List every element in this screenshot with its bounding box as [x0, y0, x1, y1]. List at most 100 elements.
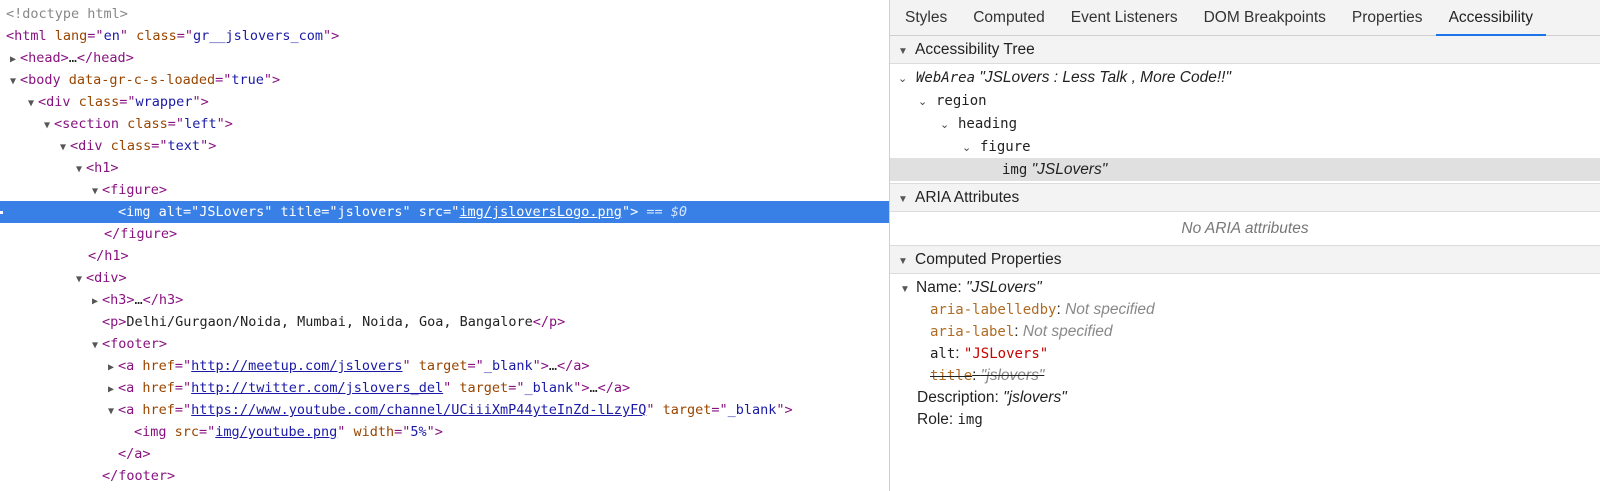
- dom-node-footer-close[interactable]: </footer>: [0, 465, 889, 487]
- attr-value: true: [231, 72, 264, 88]
- tab-event-listeners[interactable]: Event Listeners: [1058, 0, 1191, 35]
- collapse-triangle-icon[interactable]: ▼: [900, 279, 916, 301]
- attr-value: gr__jslovers_com: [193, 28, 324, 44]
- ax-node-figure[interactable]: ⌄ figure: [890, 135, 1600, 158]
- expand-triangle-icon[interactable]: ▶: [104, 379, 118, 401]
- collapse-triangle-icon[interactable]: ▼: [40, 115, 54, 137]
- collapse-triangle-icon[interactable]: ▼: [6, 71, 20, 93]
- href-link[interactable]: http://meetup.com/jslovers: [191, 358, 402, 374]
- tab-accessibility[interactable]: Accessibility: [1435, 0, 1547, 36]
- dom-node-a-twitter[interactable]: ▶ <a href="http://twitter.com/jslovers_de…: [0, 377, 889, 399]
- prop-value: Not specified: [1065, 301, 1155, 318]
- prop-name[interactable]: ▼ Name: "JSLovers": [890, 277, 1600, 299]
- dom-node-section-left[interactable]: ▼ <section class="left">: [0, 113, 889, 135]
- tag-close: </figure>: [104, 226, 178, 242]
- attr-value: text: [167, 138, 201, 154]
- attr-eq: =": [174, 380, 192, 396]
- dom-node-p[interactable]: <p>Delhi/Gurgaon/Noida, Mumbai, Noida, G…: [0, 311, 889, 333]
- tag-open: <div>: [86, 270, 127, 286]
- expand-triangle-icon[interactable]: ▶: [88, 291, 102, 313]
- tab-computed[interactable]: Computed: [960, 0, 1058, 35]
- collapse-triangle-icon: ▼: [898, 46, 908, 57]
- dom-node-head[interactable]: ▶ <head>…</head>: [0, 47, 889, 69]
- href-link[interactable]: https://www.youtube.com/channel/UCiiiXmP…: [191, 402, 646, 418]
- dom-node-img-youtube[interactable]: <img src="img/youtube.png" width="5%">: [0, 421, 889, 443]
- img-src-link[interactable]: img/youtube.png: [215, 424, 337, 440]
- ax-role: region: [936, 93, 987, 109]
- attr-name: lang: [54, 28, 88, 44]
- dom-node-a-close[interactable]: </a>: [0, 443, 889, 465]
- ax-node-img-selected[interactable]: img "JSLovers": [890, 158, 1600, 181]
- tag-close: </h1>: [88, 248, 129, 264]
- ellipsis[interactable]: …: [69, 50, 77, 66]
- tag-close: </a>: [118, 446, 151, 462]
- collapse-triangle-icon[interactable]: ▼: [24, 93, 38, 115]
- collapse-triangle-icon[interactable]: ▼: [56, 137, 70, 159]
- attr-value: _blank: [483, 358, 533, 374]
- dom-node-img-selected[interactable]: <img alt="JSLovers" title="jslovers" src…: [0, 201, 889, 223]
- tab-styles[interactable]: Styles: [892, 0, 960, 35]
- console-ref: == $0: [646, 204, 687, 220]
- dom-node-a-meetup[interactable]: ▶ <a href="http://meetup.com/jslovers" ta…: [0, 355, 889, 377]
- dom-doctype[interactable]: <!doctype html>: [0, 3, 889, 25]
- dom-node-a-youtube[interactable]: ▼ <a href="https://www.youtube.com/channe…: [0, 399, 889, 421]
- collapse-triangle-icon[interactable]: ▼: [104, 401, 118, 423]
- dom-node-h1-close[interactable]: </h1>: [0, 245, 889, 267]
- dom-node-body[interactable]: ▼ <body data-gr-c-s-loaded="true">: [0, 69, 889, 91]
- tag-open: <figure>: [102, 182, 168, 198]
- chevron-down-icon[interactable]: ⌄: [962, 137, 976, 160]
- dom-node-figure-close[interactable]: </figure>: [0, 223, 889, 245]
- prop-role: Role: img: [890, 409, 1600, 431]
- ellipsis[interactable]: …: [549, 358, 557, 374]
- section-header-computed-properties[interactable]: ▼ Computed Properties: [890, 245, 1600, 274]
- attr-name: href: [142, 402, 175, 418]
- section-header-accessibility-tree[interactable]: ▼ Accessibility Tree: [890, 36, 1600, 64]
- chevron-down-icon[interactable]: ⌄: [898, 68, 912, 91]
- ellipsis[interactable]: …: [135, 292, 143, 308]
- tag-open: <a: [118, 380, 143, 396]
- tag-open: <footer>: [102, 336, 168, 352]
- tab-dom-breakpoints[interactable]: DOM Breakpoints: [1191, 0, 1339, 35]
- tab-properties[interactable]: Properties: [1339, 0, 1436, 35]
- dom-node-figure[interactable]: ▼ <figure>: [0, 179, 889, 201]
- collapse-triangle-icon[interactable]: ▼: [88, 181, 102, 203]
- prop-key: alt: [930, 346, 956, 362]
- attr-value: 5%: [410, 424, 427, 440]
- tag-open: <a: [118, 358, 143, 374]
- img-src-link[interactable]: img/jsloversLogo.png: [459, 204, 622, 220]
- tag-open: <body: [20, 72, 69, 88]
- tag-end: ">: [573, 380, 590, 396]
- tag-close: </a>: [597, 380, 631, 396]
- dom-node-h1[interactable]: ▼ <h1>: [0, 157, 889, 179]
- ellipsis[interactable]: …: [590, 380, 598, 396]
- dom-node-footer[interactable]: ▼ <footer>: [0, 333, 889, 355]
- sidebar-pane: Styles Computed Event Listeners DOM Brea…: [890, 0, 1600, 491]
- ax-node-heading[interactable]: ⌄ heading: [890, 112, 1600, 135]
- dom-node-div[interactable]: ▼ <div>: [0, 267, 889, 289]
- attr-value: _blank: [524, 380, 574, 396]
- elements-tree[interactable]: <!doctype html> <html lang="en" class="g…: [0, 0, 890, 491]
- dom-node-div-wrapper[interactable]: ▼ <div class="wrapper">: [0, 91, 889, 113]
- attr-name: class: [136, 28, 177, 44]
- prop-key: aria-labelledby: [930, 302, 1057, 318]
- dom-node-div-text[interactable]: ▼ <div class="text">: [0, 135, 889, 157]
- ax-node-webarea[interactable]: ⌄ WebArea "JSLovers : Less Talk , More Co…: [890, 66, 1600, 89]
- tag-close: </footer>: [102, 468, 176, 484]
- ax-node-region[interactable]: ⌄ region: [890, 89, 1600, 112]
- attr-quote: ": [646, 402, 663, 418]
- chevron-down-icon[interactable]: ⌄: [918, 91, 932, 114]
- collapse-triangle-icon[interactable]: ▼: [72, 269, 86, 291]
- chevron-down-icon[interactable]: ⌄: [940, 114, 954, 137]
- ax-role: heading: [958, 116, 1018, 132]
- section-header-aria-attributes[interactable]: ▼ ARIA Attributes: [890, 183, 1600, 212]
- expand-triangle-icon[interactable]: ▶: [6, 49, 20, 71]
- collapse-triangle-icon[interactable]: ▼: [88, 335, 102, 357]
- attr-name: target: [662, 402, 712, 418]
- dom-node-h3[interactable]: ▶ <h3>…</h3>: [0, 289, 889, 311]
- attr-eq: =": [176, 28, 193, 44]
- href-link[interactable]: http://twitter.com/jslovers_del: [191, 380, 443, 396]
- dom-node-html[interactable]: <html lang="en" class="gr__jslovers_com"…: [0, 25, 889, 47]
- collapse-triangle-icon[interactable]: ▼: [72, 159, 86, 181]
- expand-triangle-icon[interactable]: ▶: [104, 357, 118, 379]
- ax-name: "JSLovers": [1031, 161, 1108, 178]
